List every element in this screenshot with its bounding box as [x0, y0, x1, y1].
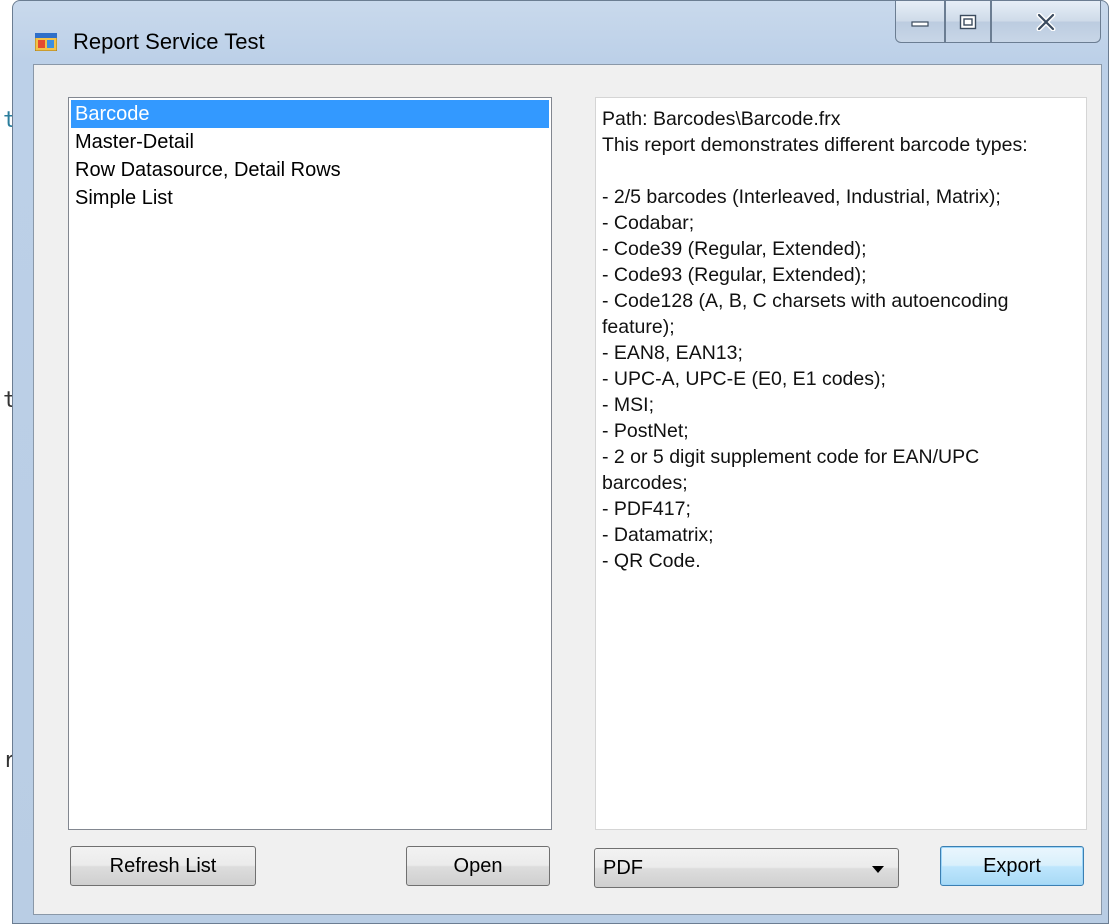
description-line: - Code39 (Regular, Extended); — [602, 238, 867, 260]
report-description: Path: Barcodes\Barcode.frx This report d… — [595, 97, 1087, 830]
close-icon — [1036, 12, 1056, 31]
description-line: - EAN8, EAN13; — [602, 342, 743, 364]
description-line: - Code93 (Regular, Extended); — [602, 264, 867, 286]
description-line: - MSI; — [602, 394, 654, 416]
description-line: - 2/5 barcodes (Interleaved, Industrial,… — [602, 186, 1001, 208]
description-line: - Code128 (A, B, C charsets with autoenc… — [602, 290, 1009, 312]
description-line: Path: Barcodes\Barcode.frx — [602, 108, 841, 130]
list-item[interactable]: Row Datasource, Detail Rows — [71, 156, 549, 184]
list-item[interactable]: Barcode — [71, 100, 549, 128]
list-item[interactable]: Simple List — [71, 184, 549, 212]
close-button[interactable] — [991, 1, 1101, 43]
chevron-down-icon — [872, 866, 884, 873]
description-line: - 2 or 5 digit supplement code for EAN/U… — [602, 446, 980, 468]
description-line: - PostNet; — [602, 420, 689, 442]
description-line: This report demonstrates different barco… — [602, 134, 1028, 156]
window-title: Report Service Test — [73, 29, 265, 54]
report-service-window: Report Service Test Barcode Master-Detai… — [12, 0, 1109, 924]
minimize-button[interactable] — [895, 1, 945, 43]
open-button[interactable]: Open — [406, 846, 550, 886]
description-line: - UPC-A, UPC-E (E0, E1 codes); — [602, 368, 886, 390]
description-line: - Codabar; — [602, 212, 695, 234]
export-format-select[interactable]: PDF — [594, 848, 899, 888]
maximize-button[interactable] — [945, 1, 991, 43]
client-area: Barcode Master-Detail Row Datasource, De… — [33, 64, 1102, 915]
caption-buttons — [895, 1, 1107, 45]
refresh-list-button[interactable]: Refresh List — [70, 846, 256, 886]
description-line: - Datamatrix; — [602, 524, 714, 546]
maximize-icon — [959, 14, 977, 29]
description-line: feature); — [602, 316, 675, 338]
title-bar[interactable]: Report Service Test — [13, 1, 1108, 65]
report-list[interactable]: Barcode Master-Detail Row Datasource, De… — [68, 97, 552, 830]
description-line: - QR Code. — [602, 550, 701, 572]
list-item[interactable]: Master-Detail — [71, 128, 549, 156]
export-format-value: PDF — [603, 857, 643, 879]
app-window-icon — [35, 33, 57, 51]
minimize-icon — [911, 20, 929, 27]
description-line — [602, 158, 1080, 184]
description-line: - PDF417; — [602, 498, 691, 520]
export-button[interactable]: Export — [940, 846, 1084, 886]
description-line: barcodes; — [602, 472, 688, 494]
